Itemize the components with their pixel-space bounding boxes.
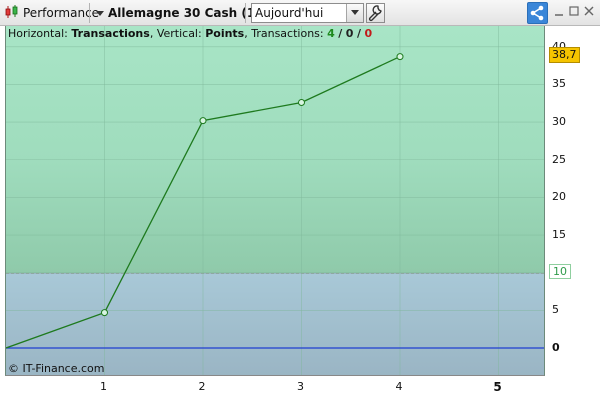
share-icon (530, 5, 544, 21)
vertical-label: Vertical: (156, 27, 202, 40)
horizontal-value: Transactions (71, 27, 150, 40)
wins-count: 4 (327, 27, 335, 40)
x-tick-label: 4 (395, 380, 403, 393)
count-separator: / (356, 27, 361, 40)
data-point (298, 99, 305, 107)
x-tick-label: 5 (493, 380, 502, 394)
losses-count: 0 (364, 27, 373, 40)
x-tick-label: 1 (100, 380, 107, 393)
threshold-tag: 10 (549, 264, 571, 279)
copyright-text: © IT-Finance.com (8, 362, 105, 375)
y-tick-label: 5 (552, 303, 559, 317)
wrench-icon (368, 5, 382, 22)
toolbar-separator (89, 3, 90, 23)
info-comma: , (244, 27, 248, 40)
period-value: Aujourd'hui (255, 6, 324, 20)
last-value-tag: 38,7 (549, 47, 580, 63)
y-tick-label: 15 (552, 228, 566, 242)
transactions-label: Transactions: (251, 27, 324, 40)
toolbar-separator (245, 3, 246, 23)
neutral-count: 0 (345, 27, 354, 40)
data-point (101, 309, 108, 317)
vertical-value: Points (205, 27, 245, 40)
y-tick-label: 0 (552, 341, 560, 354)
info-comma: , (149, 27, 154, 40)
close-icon[interactable] (582, 4, 596, 20)
settings-button[interactable] (366, 3, 385, 23)
plot-area[interactable] (5, 26, 545, 376)
chevron-down-icon (351, 10, 359, 15)
share-button[interactable] (527, 2, 548, 24)
period-select[interactable]: Aujourd'hui (251, 3, 364, 23)
app-title: Performance (23, 6, 100, 20)
chart-panel[interactable] (0, 26, 600, 400)
chart-info-legend: Horizontal: Transactions, Vertical: Poin… (8, 27, 372, 41)
period-dropdown-button[interactable] (346, 4, 363, 22)
chevron-down-icon[interactable] (96, 11, 104, 16)
maximize-icon[interactable] (567, 4, 581, 20)
toolbar: Performance Allemagne 30 Cash (1€) Aujou… (0, 0, 600, 26)
count-separator: / (338, 27, 343, 40)
data-point (396, 53, 404, 61)
y-tick-label: 30 (552, 115, 566, 129)
minimize-icon[interactable] (552, 4, 566, 20)
x-tick-label: 2 (198, 380, 206, 393)
x-tick-label: 3 (297, 380, 304, 393)
horizontal-label: Horizontal: (8, 27, 68, 40)
y-tick-label: 20 (552, 190, 566, 204)
y-tick-label: 35 (552, 77, 566, 91)
y-tick-label: 25 (552, 152, 566, 166)
candlestick-icon[interactable] (4, 4, 20, 23)
data-point (199, 117, 207, 125)
performance-chart[interactable] (6, 26, 545, 376)
